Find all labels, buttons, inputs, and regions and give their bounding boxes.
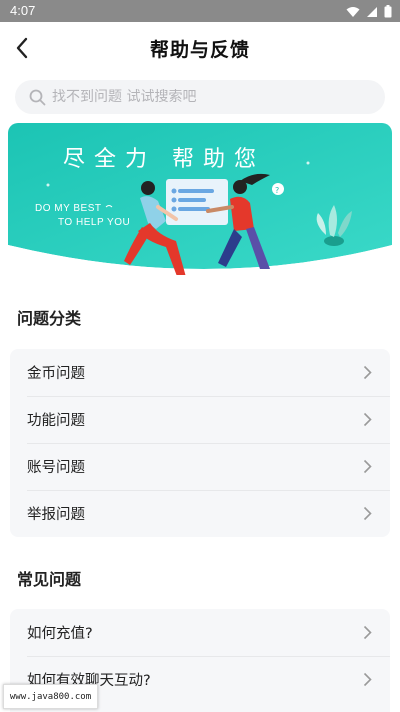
category-item-label: 账号问题 [27, 460, 85, 476]
banner-subtitle-line2: TO HELP YOU [58, 217, 131, 228]
chevron-right-icon [363, 625, 372, 640]
nav-bar: 帮助与反馈 [0, 22, 400, 74]
search-input[interactable] [52, 89, 352, 105]
chevron-right-icon [363, 506, 372, 521]
chevron-right-icon [363, 365, 372, 380]
wifi-icon [346, 6, 360, 17]
faq-title: 常见问题 [17, 570, 82, 589]
help-banner: ? 尽全力 帮助您 DO MY BEST TO HELP YOU [8, 123, 392, 275]
watermark-label: www.java800.com [3, 684, 98, 709]
category-item-label: 举报问题 [27, 507, 85, 523]
faq-item-label: 如何充值? [27, 626, 93, 642]
category-item[interactable]: 金币问题 [10, 349, 390, 396]
banner-subtitle-line1: DO MY BEST [35, 203, 102, 214]
status-time: 4:07 [10, 3, 36, 18]
category-item[interactable]: 账号问题 [10, 443, 390, 490]
chevron-right-icon [363, 672, 372, 687]
categories-title: 问题分类 [17, 309, 82, 328]
search-icon [29, 89, 46, 105]
chevron-right-icon [363, 412, 372, 427]
category-item[interactable]: 举报问题 [10, 490, 390, 537]
banner-title: 尽全力 帮助您 [63, 147, 265, 172]
categories-card: 金币问题 功能问题 账号问题 举报问题 [10, 349, 390, 537]
battery-icon [384, 5, 392, 18]
chevron-right-icon [363, 459, 372, 474]
page-title: 帮助与反馈 [149, 39, 250, 61]
status-icons [346, 5, 392, 18]
signal-icon [367, 6, 377, 17]
faq-item[interactable]: 如何充值? [10, 609, 390, 656]
category-item-label: 金币问题 [27, 366, 85, 382]
category-item[interactable]: 功能问题 [10, 396, 390, 443]
status-bar: 4:07 [0, 0, 400, 22]
category-item-label: 功能问题 [27, 413, 85, 429]
search-bar[interactable] [15, 80, 385, 114]
svg-text:?: ? [275, 186, 279, 195]
